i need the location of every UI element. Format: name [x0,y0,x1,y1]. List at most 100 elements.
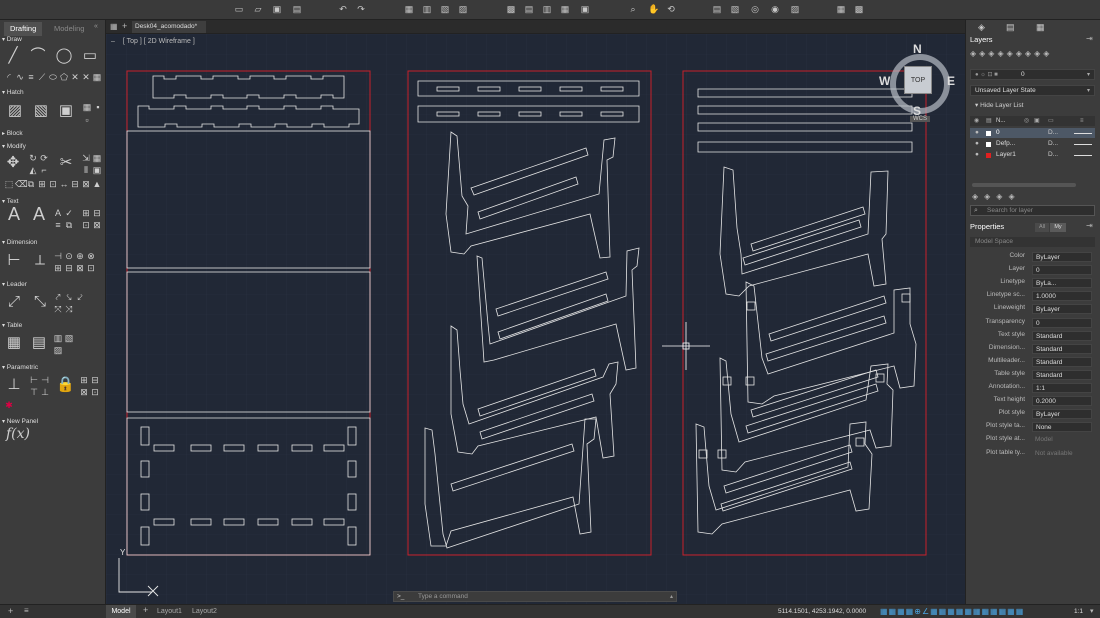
tab-layout1[interactable]: Layout1 [157,605,182,618]
field-icon[interactable]: ⊡ [81,220,91,230]
settings-col-icon[interactable]: ≡ [1080,116,1084,126]
section-modify[interactable]: Modify [2,143,26,150]
layer-state-dropdown[interactable]: Unsaved Layer State ▾ [970,85,1095,96]
tab-drafting[interactable]: Drafting [4,22,43,36]
search-input[interactable]: Search for layer [987,206,1033,216]
array-icon[interactable]: ▦ [92,153,102,163]
dim-continue-icon[interactable]: ⊟ [64,263,74,273]
table-icon[interactable]: ▦ [5,334,23,352]
tool-palette-icon[interactable]: ◉ [770,4,780,14]
property-value[interactable]: 1.0000 [1032,291,1092,302]
layer-row[interactable]: ● Defp... D... [970,139,1095,149]
command-line[interactable]: >_ Type a command ▴ [393,591,677,602]
tab-model[interactable]: Model [106,605,136,618]
property-value[interactable]: Standard [1032,343,1092,354]
text-align-icon[interactable]: ≡ [53,220,63,230]
property-value[interactable]: Standard [1032,356,1092,367]
download-table-icon[interactable]: ▨ [53,345,63,355]
spell-icon[interactable]: ⊠ [92,220,102,230]
tab-document[interactable]: Desk04_acomodado* [132,21,206,33]
copy-tool-icon[interactable]: ⧉ [26,179,36,189]
pan-hand-icon[interactable]: ✋ [648,4,659,14]
props-tab-all[interactable]: All [1035,223,1049,232]
offset-icon[interactable]: ⫴ [81,165,91,175]
fix-icon[interactable]: ⊥ [40,387,50,397]
plot-icon[interactable]: ▦ [404,4,414,14]
match-icon[interactable]: ▦ [560,4,570,14]
tab-modeling[interactable]: Modeling [48,22,90,36]
view-name[interactable]: Top [127,38,138,45]
list-icon[interactable]: ≡ [24,606,29,615]
concentric-icon[interactable]: ⊤ [29,387,39,397]
show-constraint-icon[interactable]: ⊟ [90,375,100,385]
add-leader-icon[interactable]: ⤤ [53,292,63,302]
dim-baseline-icon[interactable]: ⊞ [53,263,63,273]
lock-icon[interactable]: 🔒 [56,376,75,394]
text-style-icon[interactable]: A [30,205,48,229]
viewcube-top[interactable]: TOP [904,66,932,94]
annotation-scale[interactable]: 1:1 [1074,605,1083,618]
zoom-icon[interactable]: ⌕ [628,4,638,14]
spline-icon[interactable]: ∿ [15,72,25,82]
layer-icon[interactable]: ▧ [730,4,740,14]
calculator-icon[interactable]: ▦ [836,4,846,14]
gradient-icon[interactable]: ▧ [32,102,50,120]
section-hatch[interactable]: Hatch [2,89,24,96]
property-value[interactable]: Standard [1032,330,1092,341]
dim-arc-icon[interactable]: ⊗ [86,251,96,261]
coincident-icon[interactable]: ⊢ [29,375,39,385]
layers-panel-icon[interactable]: ◈ [978,22,985,33]
visibility-icon[interactable]: ● [975,150,979,160]
layer-color-swatch[interactable] [986,153,991,158]
property-value[interactable]: ByLa... [1032,278,1092,289]
collect-leader-icon[interactable]: ⤧ [53,304,63,314]
dim-break-icon[interactable]: ⊡ [86,263,96,273]
layer-dropdown[interactable]: ● ☼ ⊡ ■ 0 ▾ [970,69,1095,80]
more-icon[interactable]: ▾ [1090,605,1094,618]
property-value[interactable]: ByLayer [1032,252,1092,262]
command-prompt-icon[interactable]: >_ [397,592,404,602]
coordinates-readout[interactable]: 5114.1501, 4253.1942, 0.0000 [778,605,866,618]
redo-icon[interactable]: ↷ [356,4,366,14]
layers-scrollbar[interactable] [972,183,1076,187]
save-icon[interactable]: ▣ [272,4,282,14]
hatch-icon[interactable]: ▨ [6,102,24,120]
compass-e[interactable]: E [947,74,955,88]
property-value[interactable]: 0.2000 [1032,396,1092,407]
mirror-icon[interactable]: ◭ [28,165,38,175]
props-tab-my[interactable]: My [1050,223,1066,232]
circle-icon[interactable]: ◯ [55,47,73,65]
ray-icon[interactable]: ⟋ [37,72,47,82]
align-leader-icon[interactable]: ⤦ [75,292,85,302]
ellipse-icon[interactable]: ⬭ [48,72,58,82]
dim-constraint-icon[interactable]: ⊞ [79,375,89,385]
markup-icon[interactable]: ▨ [790,4,800,14]
property-value[interactable]: ByLayer [1032,409,1092,420]
scissors-icon[interactable]: ✂ [57,154,75,172]
drawing-canvas[interactable]: – [ Top ] [ 2D Wireframe ] Y TOP N S E W… [106,34,965,604]
polygon-icon[interactable]: ⬠ [59,72,69,82]
properties-icon[interactable]: ▤ [712,4,722,14]
scale-icon[interactable]: ⬚ [4,179,14,189]
find-text-icon[interactable]: ⊞ [81,208,91,218]
geometric-constraint-icon[interactable]: ⊥ [5,376,23,394]
point-icon[interactable]: ✕ [70,72,80,82]
layer-color-swatch[interactable] [986,131,991,136]
dim-aligned-icon[interactable]: ⟂ [31,252,49,270]
linetype-col-icon[interactable]: ▭ [1048,116,1054,126]
cut-icon[interactable]: ▩ [506,4,516,14]
save-as-icon[interactable]: ▤ [292,4,302,14]
layer-action-icons[interactable]: ◈◈◈◈ [972,192,1092,202]
section-draw[interactable]: Draw [2,36,22,43]
layer-search[interactable]: ⌕ Search for layer [970,205,1095,216]
line-icon[interactable]: ╱ [4,47,22,65]
section-new-panel[interactable]: New Panel [2,418,38,425]
dim-linear-icon[interactable]: ⊢ [5,252,23,270]
name-col-header[interactable]: N... [996,116,1005,126]
property-value[interactable]: 0 [1032,317,1092,328]
copy-icon[interactable]: ▤ [524,4,534,14]
lock-col-icon[interactable]: ◎ [1024,116,1029,126]
lengthen-icon[interactable]: ↔ [59,179,69,189]
viewcube[interactable]: TOP N S E W WCS [879,42,956,122]
help-icon[interactable]: ▩ [854,4,864,14]
